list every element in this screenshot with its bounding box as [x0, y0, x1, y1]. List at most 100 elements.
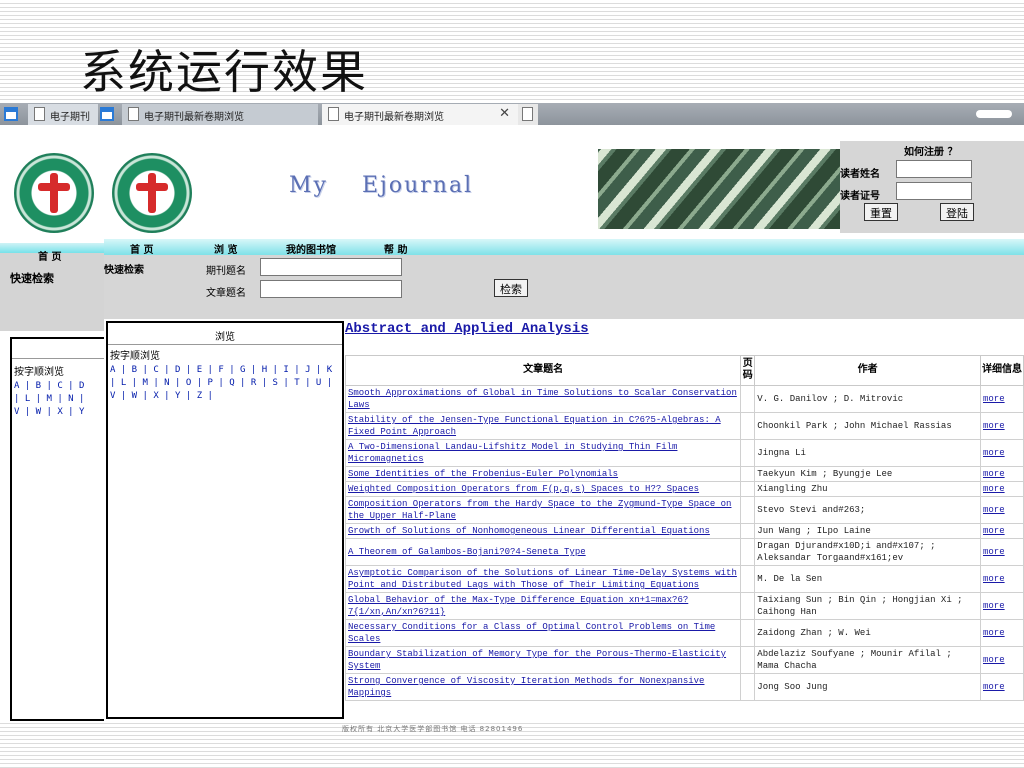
more-link[interactable]: more [980, 412, 1024, 440]
author-cell: Abdelaziz Soufyane ; Mounir Afilal ; Mam… [754, 646, 981, 674]
site-brand: My Ejournal [289, 173, 473, 198]
more-link[interactable]: more [980, 565, 1024, 593]
author-cell: Taixiang Sun ; Bin Qin ; Hongjian Xi ; C… [754, 592, 981, 620]
article-title-label: 文章题名 [206, 288, 246, 299]
browse-header: 浏览 [108, 323, 342, 345]
nav-browse[interactable]: 浏 览 [214, 241, 237, 256]
table-row: Necessary Conditions for a Class of Opti… [344, 619, 1024, 647]
search-button[interactable]: 检索 [494, 279, 528, 297]
table-row: Some Identities of the Frobenius-Euler P… [344, 466, 1024, 482]
window-icon [100, 107, 114, 121]
author-cell: Xiangling Zhu [754, 481, 981, 497]
page-cell [740, 466, 756, 482]
table-row: A Theorem of Galambos-Bojani?0?4-Seneta … [344, 538, 1024, 566]
tab-3-active[interactable]: 电子期刊最新卷期浏览 ✕ [322, 104, 518, 125]
login-panel: 如何注册 ？ 读者姓名 读者证号 重置 登陆 [840, 141, 1024, 233]
table-row: Weighted Composition Operators from F(p,… [344, 481, 1024, 497]
page-cell [740, 412, 756, 440]
books-banner-image [598, 149, 842, 229]
main-nav: 首 页 浏 览 我的图书馆 帮 助 [104, 239, 1024, 256]
left-frame: 首 页 快速检索 按字顺浏览 A | B | C | D | L | M | N… [0, 125, 104, 721]
article-title-link[interactable]: Some Identities of the Frobenius-Euler P… [344, 466, 742, 482]
more-link[interactable]: more [980, 673, 1024, 701]
author-cell: Choonkil Park ; John Michael Rassias [754, 412, 981, 440]
author-cell: M. De la Sen [754, 565, 981, 593]
left-home-link[interactable]: 首 页 [38, 248, 61, 263]
tab-label: 电子期刊最新卷期浏览 [344, 112, 444, 123]
more-link[interactable]: more [980, 481, 1024, 497]
browse-by-letter: 按字顺浏览 [110, 351, 160, 362]
medical-cross-icon [136, 173, 168, 213]
table-row: Stability of the Jensen-Type Functional … [344, 412, 1024, 440]
main-frame: My Ejournal 如何注册 ？ 读者姓名 读者证号 重置 登陆 首 页 浏 … [104, 125, 1024, 721]
article-title-link[interactable]: Composition Operators from the Hardy Spa… [344, 496, 742, 524]
article-title-link[interactable]: A Theorem of Galambos-Bojani?0?4-Seneta … [344, 538, 742, 566]
author-cell: Jong Soo Jung [754, 673, 981, 701]
col-page-header: 页码 [740, 355, 756, 386]
table-row: Global Behavior of the Max-Type Differen… [344, 592, 1024, 620]
more-link[interactable]: more [980, 496, 1024, 524]
new-tab-button[interactable] [518, 104, 538, 125]
reader-id-input[interactable] [896, 182, 972, 200]
article-title-link[interactable]: Global Behavior of the Max-Type Differen… [344, 592, 742, 620]
nav-help[interactable]: 帮 助 [384, 241, 407, 256]
article-title-input[interactable] [260, 280, 402, 298]
nav-my-library[interactable]: 我的图书馆 [286, 241, 336, 256]
left-letter-line-1[interactable]: A | B | C | D [12, 380, 104, 393]
more-link[interactable]: more [980, 646, 1024, 674]
site-header: My Ejournal 如何注册 ？ 读者姓名 读者证号 重置 登陆 [104, 125, 1024, 237]
article-title-link[interactable]: Weighted Composition Operators from F(p,… [344, 481, 742, 497]
letter-index-line-2[interactable]: | L | M | N | O | P | Q | R | S | T | U … [108, 377, 342, 390]
reset-button[interactable]: 重置 [864, 203, 898, 221]
article-title-link[interactable]: A Two-Dimensional Landau-Lifshitz Model … [344, 439, 742, 467]
journal-title-input[interactable] [260, 258, 402, 276]
author-cell: Dragan Djurand#x10D;i and#x107; ; Aleksa… [754, 538, 981, 566]
more-link[interactable]: more [980, 466, 1024, 482]
page-cell [740, 496, 756, 524]
more-link[interactable]: more [980, 385, 1024, 413]
letter-index-line-3[interactable]: V | W | X | Y | Z | [108, 390, 342, 403]
more-link[interactable]: more [980, 592, 1024, 620]
tab-2[interactable]: 电子期刊最新卷期浏览 [122, 104, 318, 125]
more-link[interactable]: more [980, 538, 1024, 566]
table-row: Boundary Stabilization of Memory Type fo… [344, 646, 1024, 674]
journal-name-link[interactable]: Abstract and Applied Analysis [345, 321, 589, 337]
reader-name-label: 读者姓名 [840, 169, 880, 180]
journal-title-label: 期刊题名 [206, 266, 246, 277]
article-title-link[interactable]: Asymptotic Comparison of the Solutions o… [344, 565, 742, 593]
tab-1[interactable]: 电子期刊 [28, 104, 98, 125]
article-title-link[interactable]: Boundary Stabilization of Memory Type fo… [344, 646, 742, 674]
login-button[interactable]: 登陆 [940, 203, 974, 221]
article-title-link[interactable]: Necessary Conditions for a Class of Opti… [344, 619, 742, 647]
left-letter-line-2[interactable]: | L | M | N | [12, 393, 104, 406]
article-title-link[interactable]: Growth of Solutions of Nonhomogeneous Li… [344, 523, 742, 539]
author-cell: V. G. Danilov ; D. Mitrovic [754, 385, 981, 413]
quick-search-panel: 快速检索 期刊题名 文章题名 检索 [104, 255, 1024, 319]
window-icon [4, 107, 18, 121]
document-icon [128, 107, 139, 121]
left-quick-search: 快速检索 [10, 272, 54, 285]
more-link[interactable]: more [980, 619, 1024, 647]
left-by-letter: 按字顺浏览 [14, 367, 64, 378]
reader-name-input[interactable] [896, 160, 972, 178]
page-cell [740, 538, 756, 566]
letter-index-line-1[interactable]: A | B | C | D | E | F | G | H | I | J | … [108, 364, 342, 377]
table-row: Composition Operators from the Hardy Spa… [344, 496, 1024, 524]
how-to-register-link[interactable]: 如何注册 ？ [904, 143, 957, 158]
close-icon[interactable]: ✕ [499, 106, 510, 121]
browse-panel: 浏览 按字顺浏览 A | B | C | D | E | F | G | H |… [106, 321, 344, 719]
left-letter-line-3[interactable]: V | W | X | Y [12, 406, 104, 419]
article-title-link[interactable]: Stability of the Jensen-Type Functional … [344, 412, 742, 440]
page-cell [740, 673, 756, 701]
col-title-header: 文章题名 [344, 355, 742, 386]
toolbar-pill[interactable] [976, 110, 1012, 118]
nav-home[interactable]: 首 页 [130, 241, 153, 256]
article-title-link[interactable]: Smooth Approximations of Global in Time … [344, 385, 742, 413]
more-link[interactable]: more [980, 439, 1024, 467]
table-row: Smooth Approximations of Global in Time … [344, 385, 1024, 413]
article-title-link[interactable]: Strong Convergence of Viscosity Iteratio… [344, 673, 742, 701]
tab-label: 电子期刊最新卷期浏览 [144, 112, 244, 123]
author-cell: Zaidong Zhan ; W. Wei [754, 619, 981, 647]
col-author-header: 作者 [754, 355, 981, 386]
more-link[interactable]: more [980, 523, 1024, 539]
